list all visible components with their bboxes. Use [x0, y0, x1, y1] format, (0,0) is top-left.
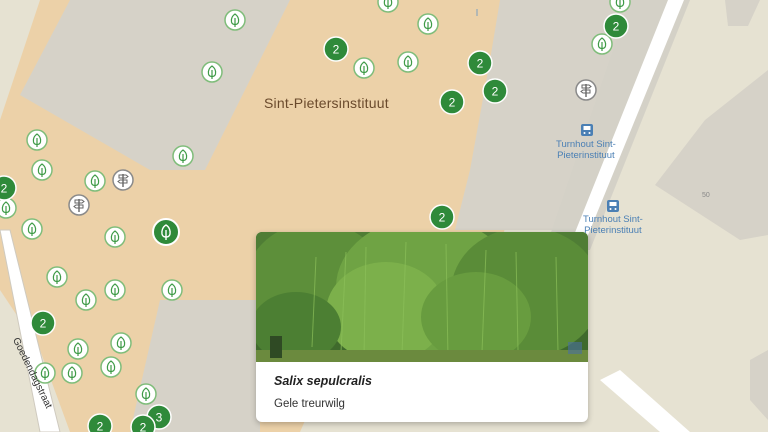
svg-text:2: 2	[449, 96, 456, 110]
svg-text:2: 2	[477, 57, 484, 71]
tree-marker[interactable]	[46, 266, 68, 288]
bus-stop-label: Turnhout Sint- Pieterinstituut	[583, 214, 643, 236]
cluster-marker[interactable]: 2	[467, 50, 493, 76]
cluster-marker[interactable]: 2	[323, 36, 349, 62]
weeping-willow-photo	[256, 232, 588, 362]
svg-text:2: 2	[613, 20, 620, 34]
species-scientific-name: Salix sepulcralis	[274, 374, 372, 388]
cluster-marker[interactable]: 2	[30, 310, 56, 336]
svg-text:2: 2	[492, 85, 499, 99]
tree-marker[interactable]	[172, 145, 194, 167]
svg-text:2: 2	[40, 317, 47, 331]
tree-marker[interactable]	[104, 226, 126, 248]
signpost-marker[interactable]	[112, 169, 134, 191]
cluster-marker[interactable]: 2	[429, 204, 455, 230]
tree-marker[interactable]	[26, 129, 48, 151]
tree-marker[interactable]	[75, 289, 97, 311]
campus-label: Sint-Pietersinstituut	[264, 95, 389, 111]
cluster-marker[interactable]: 2	[439, 89, 465, 115]
svg-text:2: 2	[140, 421, 147, 432]
cluster-marker[interactable]: 2	[130, 414, 156, 432]
house-number: 50	[702, 192, 710, 199]
bus-stop-label-line2: Pieterinstituut	[557, 150, 615, 161]
tree-marker[interactable]	[61, 362, 83, 384]
svg-text:2: 2	[1, 182, 8, 196]
signpost-marker[interactable]	[575, 79, 597, 101]
cluster-marker[interactable]: 2	[482, 78, 508, 104]
tree-marker[interactable]	[100, 356, 122, 378]
bus-stop-label-line1: Turnhout Sint-	[583, 214, 643, 225]
tree-marker[interactable]	[353, 57, 375, 79]
tree-marker[interactable]	[397, 51, 419, 73]
tree-marker[interactable]	[417, 13, 439, 35]
bus-stop-icon[interactable]	[581, 124, 593, 136]
tree-marker[interactable]	[201, 61, 223, 83]
tree-marker[interactable]	[110, 332, 132, 354]
selected-tree-marker[interactable]	[152, 218, 180, 246]
bus-stop-label-line1: Turnhout Sint-	[556, 139, 616, 150]
tree-info-card[interactable]: Salix sepulcralis Gele treurwilg	[256, 232, 588, 422]
tree-marker[interactable]	[84, 170, 106, 192]
cluster-marker[interactable]: 2	[87, 413, 113, 432]
species-common-name: Gele treurwilg	[274, 398, 345, 410]
svg-text:2: 2	[97, 420, 104, 432]
tree-marker[interactable]	[67, 338, 89, 360]
cluster-marker[interactable]: 2	[603, 13, 629, 39]
tree-marker[interactable]	[104, 279, 126, 301]
tree-marker[interactable]	[591, 33, 613, 55]
tree-marker[interactable]	[224, 9, 246, 31]
svg-text:2: 2	[333, 43, 340, 57]
bus-stop-icon[interactable]	[607, 200, 619, 212]
svg-text:2: 2	[439, 211, 446, 225]
bus-stop-label: Turnhout Sint- Pieterinstituut	[556, 139, 616, 161]
tree-marker[interactable]	[21, 218, 43, 240]
signpost-marker[interactable]	[68, 194, 90, 216]
svg-text:3: 3	[156, 411, 163, 425]
tree-marker[interactable]	[31, 159, 53, 181]
tree-marker[interactable]	[135, 383, 157, 405]
tree-marker[interactable]	[0, 197, 17, 219]
tree-marker[interactable]	[161, 279, 183, 301]
bus-stop-label-line2: Pieterinstituut	[584, 225, 642, 236]
